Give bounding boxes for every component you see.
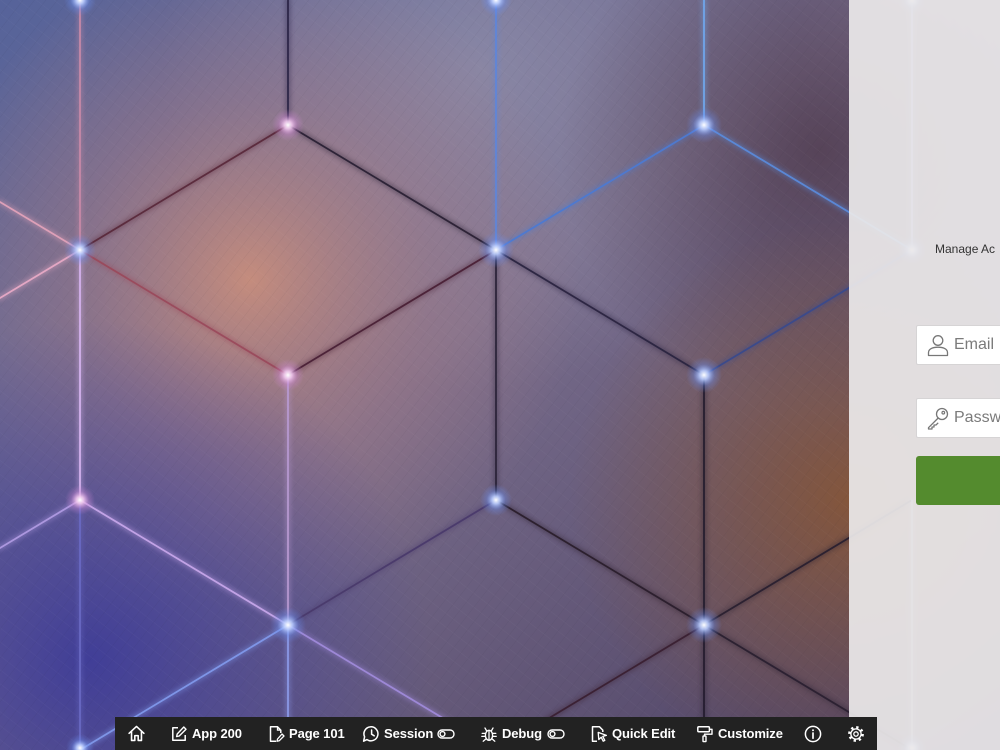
email-input[interactable]: [954, 326, 1000, 364]
bug-icon: [481, 726, 497, 742]
key-icon: [927, 407, 949, 430]
debug-button[interactable]: Debug: [480, 717, 542, 750]
page-button[interactable]: Page 101: [268, 717, 345, 750]
manage-access-link[interactable]: Manage Ac: [935, 242, 995, 256]
login-page: Manage Ac Email App 200 Page 101 Session…: [0, 0, 1000, 750]
toggle-icon: [547, 728, 565, 739]
password-field-container[interactable]: [916, 398, 1000, 438]
home-icon: [128, 725, 145, 742]
home-button[interactable]: [127, 717, 146, 750]
quick-edit-label: Quick Edit: [612, 726, 676, 741]
login-panel: Manage Ac: [849, 0, 1000, 750]
debug-label: Debug: [502, 726, 542, 741]
customize-button[interactable]: Customize: [696, 717, 783, 750]
info-icon: [804, 725, 822, 742]
toggle-icon: [437, 728, 455, 739]
settings-button[interactable]: [847, 717, 865, 750]
session-icon: [362, 725, 379, 742]
quick-edit-icon: [591, 725, 608, 742]
page-edit-icon: [269, 725, 285, 742]
edit-icon: [172, 725, 187, 741]
sign-in-button[interactable]: [916, 456, 1000, 505]
debug-toggle[interactable]: [547, 717, 565, 750]
session-button[interactable]: Session: [362, 717, 433, 750]
email-field-container[interactable]: [916, 325, 1000, 365]
user-icon: [927, 335, 949, 357]
session-label: Session: [384, 726, 434, 741]
page-label: Page 101: [289, 726, 345, 741]
customize-label: Customize: [718, 726, 783, 741]
paint-roller-icon: [697, 725, 713, 742]
developer-toolbar: App 200 Page 101 Session Debug Quick Edi…: [115, 717, 877, 750]
password-input[interactable]: [954, 399, 1000, 437]
app-label: App 200: [192, 726, 242, 741]
app-button[interactable]: App 200: [170, 717, 242, 750]
quick-edit-button[interactable]: Quick Edit: [590, 717, 675, 750]
info-button[interactable]: [804, 717, 822, 750]
login-panel-background: [849, 0, 1000, 750]
session-toggle[interactable]: [437, 717, 455, 750]
gear-icon: [848, 725, 864, 742]
